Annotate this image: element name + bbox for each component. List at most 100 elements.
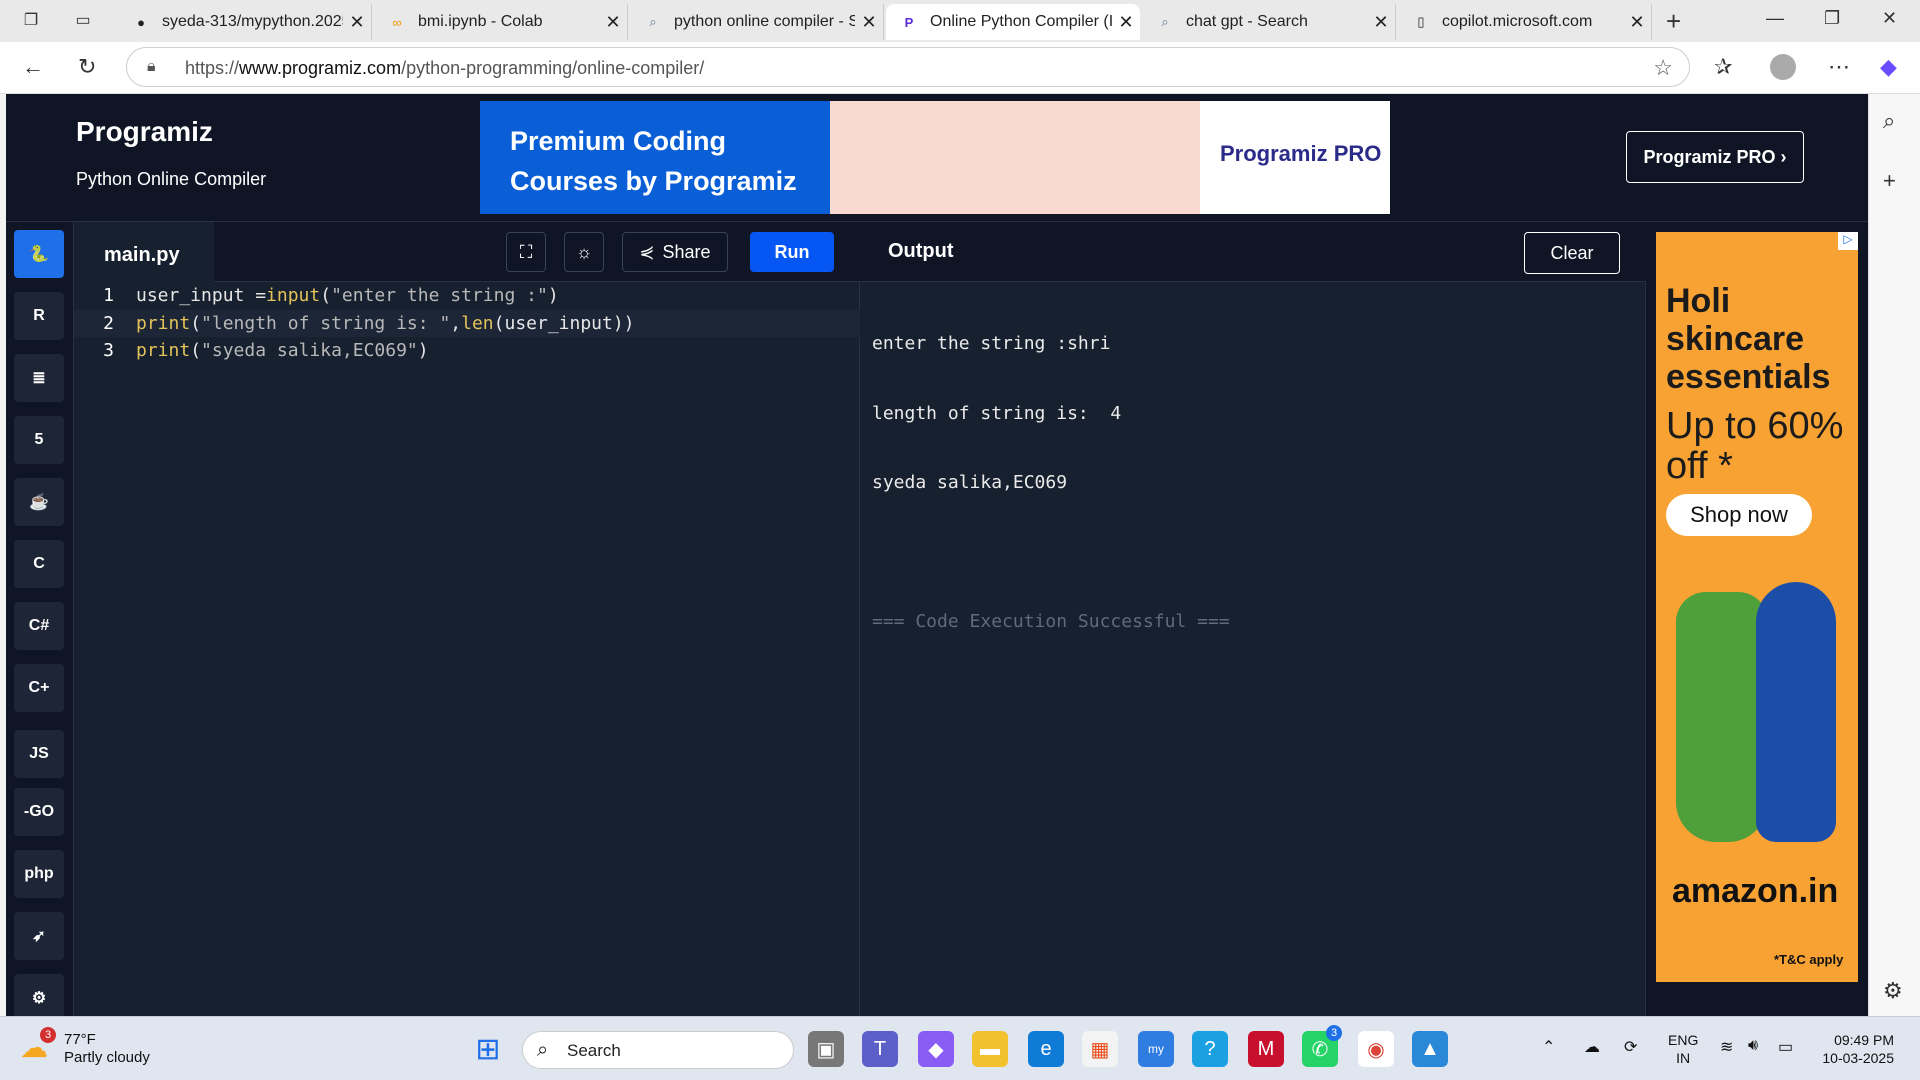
- lang-cpp[interactable]: C+: [14, 664, 64, 712]
- weather-badge: 3: [40, 1027, 56, 1043]
- more-options-icon[interactable]: ⋯: [1828, 54, 1850, 80]
- refresh-icon[interactable]: ↻: [78, 54, 96, 80]
- url-field[interactable]: 🔒︎ https://www.programiz.com/python-prog…: [126, 47, 1690, 87]
- sun-icon: ☼: [575, 241, 593, 262]
- programiz-pro-button[interactable]: Programiz PRO ›: [1626, 131, 1804, 183]
- task-view-icon[interactable]: ▣: [808, 1031, 844, 1067]
- lang-swift[interactable]: ➶: [14, 912, 64, 960]
- file-tab[interactable]: main.py: [74, 222, 214, 282]
- favorites-icon[interactable]: ✰: [1714, 54, 1732, 80]
- window-close-icon[interactable]: ✕: [1882, 8, 1897, 29]
- execution-status: === Code Execution Successful ===: [872, 611, 1230, 632]
- weather-widget[interactable]: ☁ 3 77°F Partly cloudy: [20, 1027, 150, 1067]
- lang-rust[interactable]: ⚙: [14, 974, 64, 1016]
- profile-avatar[interactable]: [1770, 54, 1796, 80]
- teams-icon[interactable]: T: [862, 1031, 898, 1067]
- lang-html[interactable]: 5: [14, 416, 64, 464]
- settings-gear-icon[interactable]: ⚙: [1883, 978, 1903, 1004]
- language-indicator[interactable]: ENG IN: [1668, 1031, 1698, 1067]
- output-line: enter the string :shri: [872, 333, 1111, 354]
- tab-colab[interactable]: ∞ bmi.ipynb - Colab ✕: [374, 4, 628, 40]
- show-hidden-icons[interactable]: ⌃: [1542, 1037, 1555, 1057]
- new-tab-icon[interactable]: +: [1666, 6, 1681, 37]
- close-icon[interactable]: ✕: [1623, 12, 1651, 33]
- banner-brand: Programiz PRO: [1220, 141, 1382, 166]
- product-bottle-green: [1676, 592, 1768, 842]
- code-line[interactable]: 1 user_input =input("enter the string :"): [74, 282, 860, 310]
- tab-chatgpt-search[interactable]: ⌕ chat gpt - Search ✕: [1142, 4, 1396, 40]
- store-icon[interactable]: ▦: [1082, 1031, 1118, 1067]
- url-text[interactable]: https://www.programiz.com/python-program…: [185, 58, 704, 79]
- volume-icon[interactable]: 🔊︎: [1748, 1037, 1758, 1055]
- close-icon[interactable]: ✕: [1367, 12, 1395, 33]
- code-area[interactable]: 1 user_input =input("enter the string :")…: [74, 282, 860, 365]
- lang-js[interactable]: JS: [14, 730, 64, 778]
- output-console[interactable]: enter the string :shri length of string …: [872, 288, 1230, 678]
- windows-start-icon[interactable]: ⊞: [470, 1031, 506, 1067]
- chrome-icon[interactable]: ◉: [1358, 1031, 1394, 1067]
- lang-go[interactable]: -GO: [14, 788, 64, 836]
- add-icon[interactable]: +: [1883, 168, 1896, 194]
- lang-sql[interactable]: ≣: [14, 354, 64, 402]
- close-icon[interactable]: ✕: [855, 12, 883, 33]
- back-icon[interactable]: ←: [22, 54, 44, 80]
- file-explorer-icon[interactable]: ▬: [972, 1031, 1008, 1067]
- github-icon: ●: [137, 14, 145, 30]
- tab-actions-icon[interactable]: ▭: [72, 10, 94, 32]
- tab-python-search[interactable]: ⌕ python online compiler - S ✕: [630, 4, 884, 40]
- taskbar-search[interactable]: ⌕ Search: [522, 1031, 794, 1069]
- favorite-star-icon[interactable]: ☆: [1653, 55, 1673, 81]
- adchoices-icon[interactable]: ▷: [1838, 232, 1858, 250]
- battery-icon[interactable]: ▭: [1778, 1037, 1793, 1057]
- page-icon: ▯: [1417, 14, 1425, 29]
- search-icon[interactable]: ⌕: [1883, 108, 1895, 134]
- shop-now-button[interactable]: Shop now: [1666, 494, 1812, 536]
- theme-toggle-button[interactable]: ☼: [564, 232, 604, 272]
- sync-icon[interactable]: ⟳: [1624, 1037, 1637, 1057]
- tab-copilot[interactable]: ▯ copilot.microsoft.com ✕: [1398, 4, 1652, 40]
- lang-php[interactable]: php: [14, 850, 64, 898]
- promo-banner[interactable]: Premium Coding Courses by Programiz Prog…: [480, 101, 1390, 214]
- whatsapp-icon[interactable]: ✆ 3: [1302, 1025, 1342, 1067]
- clear-button[interactable]: Clear: [1524, 232, 1620, 274]
- copilot-app-icon[interactable]: ◆: [918, 1031, 954, 1067]
- browser-tab-strip: ❐ ▭ ● syeda-313/mypython.2025 ✕ ∞ bmi.ip…: [0, 0, 1920, 42]
- windows-taskbar: ☁ 3 77°F Partly cloudy ⊞ ⌕ Search ▣ T ◆ …: [0, 1016, 1920, 1080]
- code-line[interactable]: 3 print("syeda salika,EC069"): [74, 337, 860, 365]
- copilot-icon[interactable]: ◆: [1880, 54, 1897, 80]
- photos-icon[interactable]: ▲: [1412, 1031, 1448, 1067]
- onedrive-icon[interactable]: ☁: [1584, 1037, 1600, 1057]
- site-header: Programiz Python Online Compiler Premium…: [6, 94, 1868, 222]
- lang-csharp[interactable]: C#: [14, 602, 64, 650]
- mylip-icon[interactable]: my: [1138, 1031, 1174, 1067]
- editor-toolbar: main.py ⛶ ☼ ⋞ Share Run: [74, 222, 860, 282]
- restore-icon[interactable]: ❐: [1824, 8, 1840, 29]
- output-toolbar: Output Clear: [860, 222, 1646, 282]
- tab-github[interactable]: ● syeda-313/mypython.2025 ✕: [118, 4, 372, 40]
- close-icon[interactable]: ✕: [1112, 12, 1140, 33]
- mcafee-icon[interactable]: M: [1248, 1031, 1284, 1067]
- programiz-logo[interactable]: Programiz: [76, 116, 213, 148]
- search-icon: ⌕: [1161, 14, 1169, 29]
- close-icon[interactable]: ✕: [599, 12, 627, 33]
- fullscreen-icon: ⛶: [519, 241, 533, 262]
- wifi-icon[interactable]: ≋: [1720, 1037, 1733, 1057]
- side-advertisement[interactable]: ▷ Holi skincare essentials Up to 60% off…: [1656, 232, 1858, 982]
- lang-r[interactable]: R: [14, 292, 64, 340]
- tab-programiz[interactable]: P Online Python Compiler (In ✕: [886, 4, 1140, 40]
- output-title: Output: [888, 240, 954, 262]
- minimize-icon[interactable]: —: [1766, 8, 1784, 29]
- edge-icon[interactable]: e: [1028, 1031, 1064, 1067]
- lang-java[interactable]: ☕: [14, 478, 64, 526]
- fullscreen-button[interactable]: ⛶: [506, 232, 546, 272]
- product-bottle-blue: [1756, 582, 1836, 842]
- help-icon[interactable]: ?: [1192, 1031, 1228, 1067]
- close-icon[interactable]: ✕: [343, 12, 371, 33]
- lang-c[interactable]: C: [14, 540, 64, 588]
- share-button[interactable]: ⋞ Share: [622, 232, 728, 272]
- lang-python[interactable]: 🐍: [14, 230, 64, 278]
- run-button[interactable]: Run: [750, 232, 834, 272]
- workspaces-icon[interactable]: ❐: [20, 10, 42, 32]
- code-line[interactable]: 2 print("length of string is: ",len(user_…: [74, 309, 860, 337]
- system-clock[interactable]: 09:49 PM 10-03-2025: [1808, 1031, 1894, 1067]
